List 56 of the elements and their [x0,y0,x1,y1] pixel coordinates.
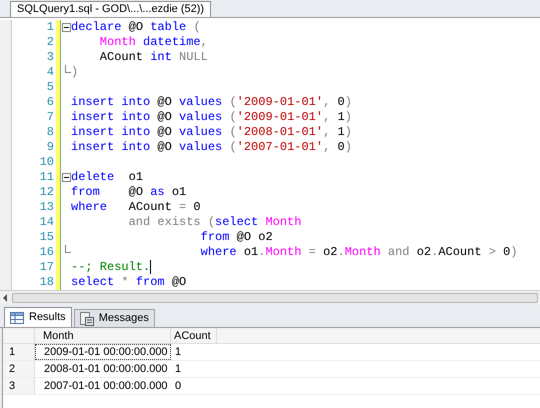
line-number: 18 [38,275,54,290]
row-number: 3 [3,378,35,394]
code-line: ) [71,65,78,80]
document-tab[interactable]: SQLQuery1.sql - GOD\...\...ezdie (52)) [10,1,212,17]
code-line: where o1.Month = o2.Month and o2.ACount > 0) [200,245,518,260]
line-number: 16 [38,245,54,260]
line-number: 4 [46,65,54,80]
code-line: insert into @O values ('2009-01-01', 1) [71,110,352,125]
line-number: 11 [38,170,54,185]
line-number: 3 [46,50,54,65]
line-number: 12 [38,185,54,200]
line-number: 7 [46,110,54,125]
table-cell[interactable]: 2007-01-01 00:00:00.000 [35,378,171,394]
line-number: 2 [46,35,54,50]
code-line: insert into @O values ('2008-01-01', 1) [71,125,352,140]
row-number: 2 [3,361,35,377]
code-line: declare @O table ( [71,20,201,35]
column-header[interactable]: Month [35,328,171,343]
code-line: where ACount = 0 [71,200,201,215]
line-number: 5 [46,80,54,95]
table-cell[interactable]: 2008-01-01 00:00:00.000 [35,361,171,377]
line-number: 8 [46,125,54,140]
table-cell[interactable]: 2009-01-01 00:00:00.000 [35,344,171,360]
line-number: 1 [46,20,54,35]
line-number: 6 [46,95,54,110]
code-line: select * from @O [71,275,186,290]
line-number: 10 [38,155,54,170]
line-number: 9 [46,140,54,155]
collapse-icon[interactable] [62,173,71,182]
code-line: ACount int NULL [98,50,208,65]
table-cell[interactable]: 1 [171,361,217,377]
code-line: from @O o2 [200,230,273,245]
line-number: 17 [38,260,54,275]
collapse-icon[interactable] [62,23,71,32]
scrollbar-thumb[interactable] [12,292,538,302]
grid-icon [10,312,24,324]
code-line: insert into @O values ('2009-01-01', 0) [71,95,352,110]
result-tab[interactable]: Messages [74,309,155,327]
result-tab[interactable]: Results [4,307,72,327]
document-icon [80,312,94,326]
table-cell[interactable]: 0 [171,378,217,394]
code-line: Month datetime, [98,35,208,50]
scroll-left-icon[interactable] [2,294,8,302]
line-number: 14 [38,215,54,230]
line-number: 15 [38,230,54,245]
column-header[interactable]: ACount [171,328,217,343]
table-cell[interactable]: 1 [171,344,217,360]
code-line: and exists (select Month [128,215,302,230]
fold-end-icon [65,65,71,73]
line-number: 13 [38,200,54,215]
fold-end-icon [65,245,71,253]
code-line: --; Result. [71,260,150,275]
code-line: insert into @O values ('2007-01-01', 0) [71,140,352,155]
code-line: from @O as o1 [71,185,186,200]
code-line: delete o1 [71,170,144,185]
row-number: 1 [3,344,35,360]
